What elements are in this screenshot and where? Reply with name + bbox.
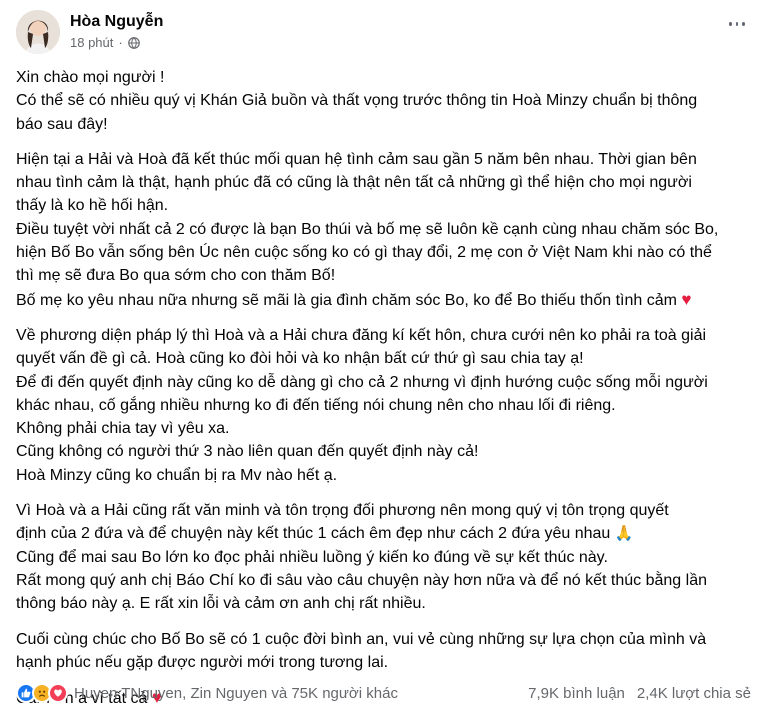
text-line: Hoà Minzy cũng ko chuẩn bị ra Mv nào hết… bbox=[16, 466, 338, 484]
paragraph-4: Vì Hoà và a Hải cũng rất văn minh và tôn… bbox=[16, 499, 751, 615]
text-line: Hiện tại a Hải và Hoà đã kết thúc mối qu… bbox=[16, 150, 697, 168]
text-line: Vì Hoà và a Hải cũng rất văn minh và tôn… bbox=[16, 502, 669, 520]
text-line-with-pray: định của 2 đứa và để chuyện này kết thúc… bbox=[16, 522, 751, 545]
paragraph-1: Xin chào mọi người ! Có thể sẽ có nhiều … bbox=[16, 66, 751, 136]
text-line: Bố mẹ ko yêu nhau nữa nhưng sẽ mãi là gi… bbox=[16, 291, 677, 309]
post-text: Xin chào mọi người ! Có thể sẽ có nhiều … bbox=[16, 66, 751, 719]
text-line: khác nhau, cố gắng nhiều nhưng ko đi đến… bbox=[16, 396, 616, 414]
post-meta: Hòa Nguyễn 18 phút · bbox=[70, 10, 163, 51]
paragraph-2: Hiện tại a Hải và Hoà đã kết thúc mối qu… bbox=[16, 148, 751, 312]
text-line: Rất mong quý anh chị Báo Chí ko đi sâu v… bbox=[16, 571, 707, 589]
text-line: báo sau đây! bbox=[16, 115, 108, 133]
facebook-post: Hòa Nguyễn 18 phút · Xin chào mọi người … bbox=[0, 0, 767, 719]
globe-icon[interactable] bbox=[127, 37, 140, 49]
comment-count[interactable]: 7,9K bình luận bbox=[528, 685, 625, 702]
reaction-summary[interactable]: Huyen TNguyen, Zin Nguyen và 75K người k… bbox=[74, 685, 398, 702]
post-subline: 18 phút · bbox=[70, 35, 163, 51]
text-line: Có thể sẽ có nhiều quý vị Khán Giả buồn … bbox=[16, 92, 698, 110]
heart-emoji-icon: ♥ bbox=[681, 289, 692, 309]
text-line: thì mẹ sẽ đưa Bo qua sớm cho con thăm Bố… bbox=[16, 267, 336, 285]
text-line: Xin chào mọi người ! bbox=[16, 69, 165, 86]
text-line-with-heart: Bố mẹ ko yêu nhau nữa nhưng sẽ mãi là gi… bbox=[16, 288, 751, 312]
post-footer: Huyen TNguyen, Zin Nguyen và 75K người k… bbox=[16, 680, 751, 706]
text-line: quyết vấn đề gì cả. Hoà cũng ko đòi hỏi … bbox=[16, 350, 584, 368]
more-options-icon[interactable] bbox=[727, 14, 747, 34]
text-line: hạnh phúc nếu gặp được người mới trong t… bbox=[16, 653, 389, 671]
post-time[interactable]: 18 phút bbox=[70, 35, 113, 51]
pray-emoji-icon: 🙏 bbox=[614, 525, 634, 543]
text-line: Về phương diện pháp lý thì Hoà và a Hải … bbox=[16, 326, 707, 344]
text-line: Điều tuyệt vời nhất cả 2 có được là bạn … bbox=[16, 220, 719, 238]
love-icon bbox=[48, 683, 68, 703]
author-name[interactable]: Hòa Nguyễn bbox=[70, 12, 163, 32]
text-line: Cũng không có người thứ 3 nào liên quan … bbox=[16, 443, 479, 461]
reaction-icons[interactable] bbox=[16, 683, 68, 703]
text-line: thấy là ko hề hối hận. bbox=[16, 197, 169, 215]
text-line: nhau tình cảm là thật, hạnh phúc đã có c… bbox=[16, 174, 692, 192]
paragraph-5: Cuối cùng chúc cho Bố Bo sẽ có 1 cuộc đờ… bbox=[16, 628, 751, 675]
separator-dot: · bbox=[118, 35, 123, 50]
text-line: hiện Bố Bo vẫn sống bên Úc nên cuộc sống… bbox=[16, 244, 712, 262]
avatar[interactable] bbox=[16, 10, 60, 54]
text-line: định của 2 đứa và để chuyện này kết thúc… bbox=[16, 525, 611, 543]
text-line: Cuối cùng chúc cho Bố Bo sẽ có 1 cuộc đờ… bbox=[16, 630, 707, 648]
text-line: thông báo này ạ. E rất xin lỗi và cảm ơn… bbox=[16, 595, 426, 613]
post-header: Hòa Nguyễn 18 phút · bbox=[16, 10, 751, 60]
paragraph-3: Về phương diện pháp lý thì Hoà và a Hải … bbox=[16, 324, 751, 487]
text-line: Cũng để mai sau Bo lớn ko đọc phải nhiều… bbox=[16, 548, 608, 566]
text-line: Để đi đến quyết định này cũng ko dễ dàng… bbox=[16, 373, 708, 391]
text-line: Không phải chia tay vì yêu xa. bbox=[16, 420, 230, 438]
share-count[interactable]: 2,4K lượt chia sẻ bbox=[637, 685, 751, 702]
post-stats: 7,9K bình luận 2,4K lượt chia sẻ bbox=[528, 685, 751, 702]
